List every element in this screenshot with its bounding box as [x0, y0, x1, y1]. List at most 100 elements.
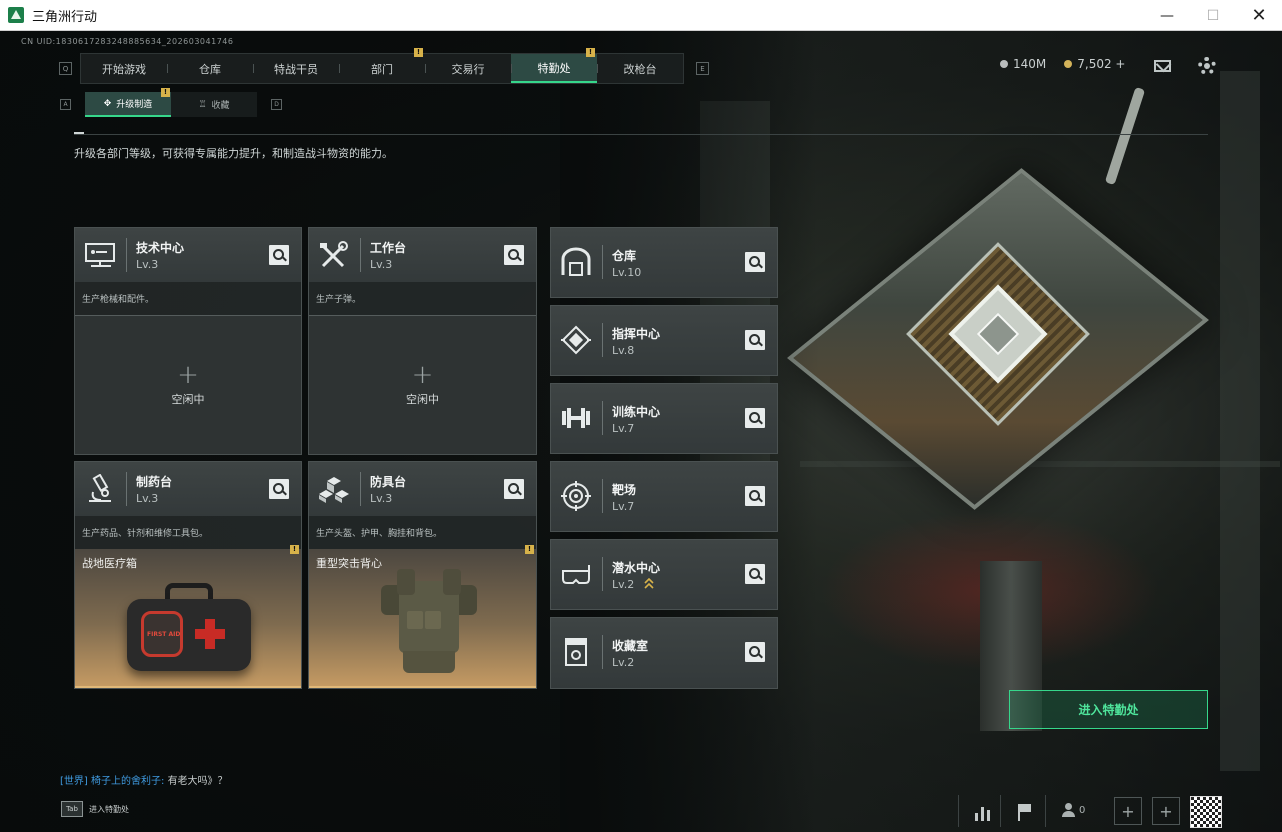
chat-message: 有老大吗》？ — [167, 776, 228, 787]
chat-line[interactable]: [世界] 椅子上的舍利子: 有老大吗》？ — [60, 772, 228, 787]
vest-strap — [443, 569, 461, 595]
dept-card-training-center[interactable]: 训练中心 Lv.7 — [550, 383, 778, 454]
card-separator — [602, 557, 603, 591]
card-separator — [360, 238, 361, 272]
search-icon[interactable] — [745, 642, 765, 662]
trophy-icon — [565, 638, 587, 666]
toolbar-divider — [1045, 795, 1046, 827]
armor-cubes-icon — [319, 477, 349, 503]
dept-card-tech-center: 技术中心 Lv.3 生产枪械和配件。 + 空闲中 — [74, 227, 302, 455]
search-icon[interactable] — [504, 245, 524, 265]
search-icon[interactable] — [504, 479, 524, 499]
add-party-slot-button[interactable]: + — [1152, 797, 1180, 825]
sub-nav: A ✥ 升级制造 ! ♖ 收藏 D — [60, 88, 282, 117]
dept-card-shooting-range[interactable]: 靶场 Lv.7 — [550, 461, 778, 532]
dept-level: Lv.3 — [136, 492, 159, 505]
tab-departments-label: 部门 — [371, 62, 393, 76]
dept-card-header[interactable]: 技术中心 Lv.3 — [75, 228, 301, 282]
chat-user[interactable]: 椅子上的舍利子: — [91, 776, 164, 787]
upgrade-arrows-icon — [644, 578, 654, 589]
enter-special-ops-button[interactable]: 进入特勤处 — [1009, 690, 1208, 729]
currency-bar: 140M 7,502 + — [1000, 57, 1126, 71]
tab-warehouse[interactable]: 仓库 — [167, 54, 253, 83]
special-ops-cube — [787, 149, 1209, 549]
vest-strap — [397, 569, 415, 595]
search-icon[interactable] — [745, 564, 765, 584]
slot-status: 空闲中 — [171, 393, 205, 406]
close-button[interactable]: ✕ — [1236, 0, 1282, 31]
dept-card-header: 仓库 Lv.10 — [551, 228, 777, 297]
dept-card-warehouse[interactable]: 仓库 Lv.10 — [550, 227, 778, 298]
search-icon[interactable] — [745, 330, 765, 350]
diving-mask-icon — [562, 565, 590, 584]
dept-level: Lv.8 — [612, 344, 635, 357]
trophy-small-icon: ♖ — [198, 99, 207, 110]
dept-card-header[interactable]: 防具台 Lv.3 — [309, 462, 536, 516]
search-icon[interactable] — [269, 479, 289, 499]
dept-subtitle: 生产枪械和配件。 — [82, 295, 155, 305]
dept-card-header: 指挥中心 Lv.8 — [551, 306, 777, 375]
dept-level: Lv.3 — [136, 258, 159, 271]
silver-currency[interactable]: 140M — [1000, 57, 1046, 71]
production-slot-idle[interactable]: + 空闲中 — [309, 315, 536, 454]
stats-chart-icon[interactable] — [971, 800, 995, 824]
tab-operators[interactable]: 特战干员 — [253, 54, 339, 83]
production-slot-item[interactable]: 重型突击背心 ! — [309, 545, 536, 688]
search-icon[interactable] — [269, 245, 289, 265]
tab-trade[interactable]: 交易行 — [425, 54, 511, 83]
search-icon[interactable] — [745, 408, 765, 428]
dept-level: Lv.3 — [370, 258, 393, 271]
search-icon[interactable] — [745, 252, 765, 272]
minimize-button[interactable]: — — [1144, 0, 1190, 31]
divider — [74, 134, 1208, 135]
game-viewport: CN UID:1830617283248885634_202603041746 … — [0, 31, 1282, 832]
page-description: 升级各部门等级，可获得专属能力提升，和制造战斗物资的能力。 — [74, 147, 393, 160]
tab-start-game[interactable]: 开始游戏 — [81, 54, 167, 83]
tab-upgrade-craft-label: 升级制造 — [116, 100, 153, 110]
maximize-button[interactable]: ☐ — [1190, 0, 1236, 31]
tab-special-ops-badge: ! — [586, 48, 595, 57]
dept-card-header[interactable]: 制药台 Lv.3 — [75, 462, 301, 516]
tab-shortcut-hint[interactable]: Tab 进入特勤处 — [61, 801, 129, 817]
mail-icon[interactable] — [1154, 60, 1171, 72]
card-separator — [602, 635, 603, 669]
dept-card-command-center[interactable]: 指挥中心 Lv.8 — [550, 305, 778, 376]
gold-coin-icon — [1064, 60, 1073, 68]
dept-card-diving-center[interactable]: 潜水中心 Lv.2 — [550, 539, 778, 610]
flag-icon[interactable] — [1012, 800, 1036, 824]
add-party-slot-button[interactable]: + — [1114, 797, 1142, 825]
medkit-label: FIRST AID — [147, 631, 181, 638]
tab-upgrade-craft[interactable]: ✥ 升级制造 ! — [85, 88, 171, 117]
tools-icon — [320, 241, 348, 268]
tab-upgrade-craft-badge: ! — [161, 88, 170, 97]
vest-pouch — [425, 611, 441, 629]
tab-collection[interactable]: ♖ 收藏 — [171, 92, 257, 117]
settings-gear-icon[interactable] — [1198, 57, 1216, 75]
subnav-prev-key: A — [60, 99, 71, 110]
tab-departments[interactable]: 部门 ! — [339, 48, 425, 83]
dept-card-header[interactable]: 工作台 Lv.3 — [309, 228, 536, 282]
card-separator — [126, 238, 127, 272]
production-slot-item[interactable]: 战地医疗箱 ! FIRST AID — [75, 545, 301, 688]
computer-icon — [85, 243, 115, 267]
tab-gunsmith[interactable]: 改枪台 — [597, 54, 683, 83]
card-separator — [126, 472, 127, 506]
search-icon[interactable] — [745, 486, 765, 506]
subnav-next-key: D — [271, 99, 282, 110]
friends-button[interactable]: 0 — [1062, 803, 1085, 817]
upgrade-craft-icon: ✥ — [103, 98, 112, 109]
player-avatar[interactable] — [1190, 796, 1222, 828]
dept-name: 指挥中心 — [612, 327, 661, 341]
assault-vest-image — [381, 567, 477, 679]
plus-icon: + — [411, 360, 434, 390]
gold-currency[interactable]: 7,502 + — [1064, 57, 1126, 71]
dept-level: Lv.7 — [612, 500, 635, 513]
tab-special-ops-label: 特勤处 — [537, 61, 571, 75]
tab-special-ops[interactable]: 特勤处 ! — [511, 48, 597, 83]
dept-level: Lv.7 — [612, 422, 635, 435]
production-slot-idle[interactable]: + 空闲中 — [75, 315, 301, 454]
dept-card-collection-room[interactable]: 收藏室 Lv.2 — [550, 617, 778, 689]
nav-prev-key: Q — [59, 62, 72, 75]
silver-coin-icon — [1000, 60, 1008, 68]
dept-card-pharmacy: 制药台 Lv.3 生产药品、针剂和维修工具包。 战地医疗箱 ! FIRST AI… — [74, 461, 302, 689]
